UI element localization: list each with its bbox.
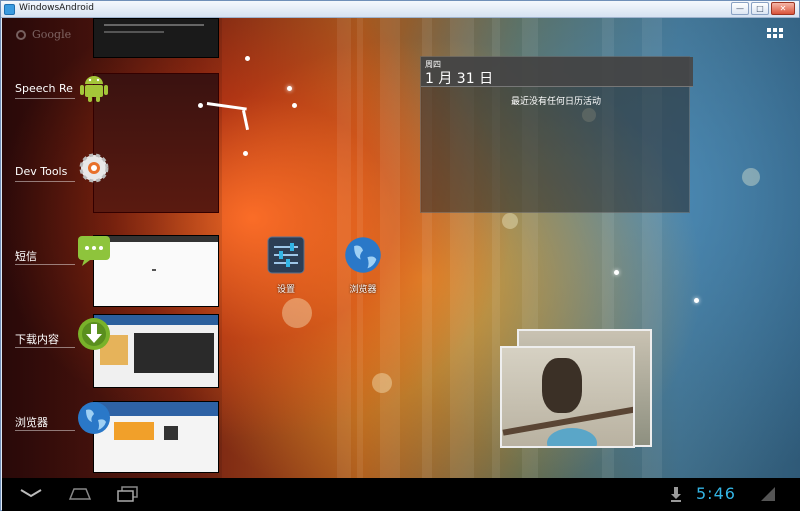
clock-hour-hand: [241, 109, 250, 131]
recent-apps-icon[interactable]: [117, 486, 139, 502]
window-titlebar[interactable]: WindowsAndroid — □ ✕: [1, 1, 799, 18]
maximize-button[interactable]: □: [751, 2, 769, 15]
recent-app-label-messaging[interactable]: 短信: [15, 248, 73, 264]
search-icon: [16, 30, 26, 40]
desktop-icon-settings-label: 设置: [276, 285, 295, 295]
back-chevron-icon[interactable]: [20, 488, 42, 498]
app-icon: [4, 4, 15, 15]
status-clock[interactable]: 5:46: [696, 484, 736, 503]
all-apps-grid-icon[interactable]: [767, 28, 783, 44]
messaging-icon: [78, 236, 110, 266]
desktop-icon-browser-label: 浏览器: [349, 285, 377, 295]
close-button[interactable]: ✕: [771, 2, 795, 15]
desktop-icon-settings[interactable]: 设置: [261, 235, 311, 295]
recent-app-label-speech[interactable]: Speech Recognizer: [15, 82, 73, 95]
browser-globe-icon: [78, 402, 110, 434]
dev-tools-gear-icon: [79, 153, 109, 183]
android-robot-icon: [80, 76, 108, 102]
calendar-widget[interactable]: 周四 1 月 31 日 最近没有任何日历活动: [420, 56, 693, 213]
settings-sliders-icon: [267, 236, 305, 274]
calendar-header: 周四 1 月 31 日: [421, 57, 693, 87]
search-hint-label: Google: [32, 28, 72, 41]
minimize-button[interactable]: —: [731, 2, 749, 15]
android-home-screen: Google Speech Recognizer Dev Tools 短信 下载…: [2, 18, 800, 478]
window-title: WindowsAndroid: [19, 3, 94, 13]
google-search-hint[interactable]: Google: [16, 28, 71, 41]
download-notification-icon[interactable]: [670, 486, 682, 502]
system-nav-bar: 5:46: [2, 478, 800, 511]
browser-globe-icon: [345, 237, 381, 273]
recent-thumbnail-speech[interactable]: [93, 18, 219, 58]
recent-app-label-devtools[interactable]: Dev Tools: [15, 165, 73, 178]
recent-app-label-downloads[interactable]: 下载内容: [15, 331, 73, 347]
recent-app-label-browser[interactable]: 浏览器: [15, 414, 73, 430]
calendar-date: 1 月 31 日: [425, 71, 494, 87]
photo-front[interactable]: [500, 346, 635, 448]
emulator-window: WindowsAndroid — □ ✕ Google Speech Re De…: [0, 0, 800, 511]
calendar-empty-message: 最近没有任何日历活动: [510, 97, 601, 107]
download-icon: [78, 318, 110, 350]
desktop-icon-browser[interactable]: 浏览器: [338, 235, 388, 295]
home-icon[interactable]: [68, 486, 92, 500]
signal-icon: [761, 487, 775, 501]
